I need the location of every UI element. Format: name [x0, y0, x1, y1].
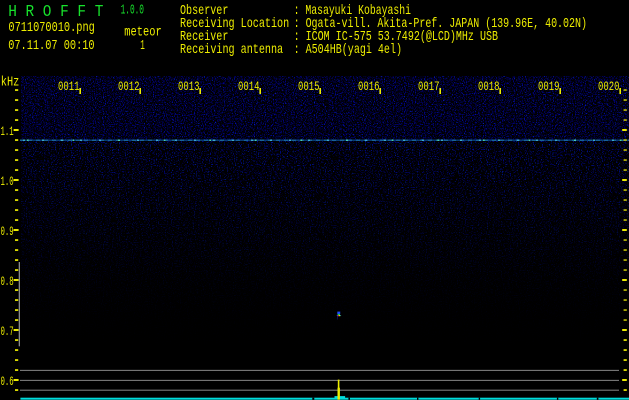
svg-text:0017: 0017: [418, 79, 440, 94]
svg-text:0.6: 0.6: [1, 374, 14, 389]
svg-text:0.9: 0.9: [1, 224, 14, 239]
svg-text:0.8: 0.8: [1, 274, 14, 289]
svg-text:0013: 0013: [178, 79, 200, 94]
svg-text:1.0.0: 1.0.0: [121, 3, 144, 18]
svg-text:Receiving antenna: Receiving antenna: [180, 42, 283, 58]
svg-text:0014: 0014: [238, 79, 260, 94]
svg-text:0019: 0019: [538, 79, 560, 94]
svg-text:0.7: 0.7: [1, 324, 14, 339]
svg-text:1: 1: [140, 38, 145, 54]
svg-text:kHz: kHz: [1, 74, 20, 90]
svg-text:1.0: 1.0: [1, 174, 14, 189]
svg-text:0016: 0016: [358, 79, 380, 94]
svg-text:1.1: 1.1: [1, 124, 14, 139]
svg-text:0711070010.png: 0711070010.png: [8, 20, 94, 36]
svg-text:0018: 0018: [478, 79, 500, 94]
svg-text:0011: 0011: [58, 79, 80, 94]
svg-text:0020: 0020: [598, 79, 620, 94]
svg-text:0012: 0012: [118, 79, 140, 94]
svg-text:0015: 0015: [298, 79, 320, 94]
svg-text:: A504HB(yagi 4el): : A504HB(yagi 4el): [294, 42, 402, 58]
svg-text:07.11.07 00:10: 07.11.07 00:10: [8, 38, 94, 54]
